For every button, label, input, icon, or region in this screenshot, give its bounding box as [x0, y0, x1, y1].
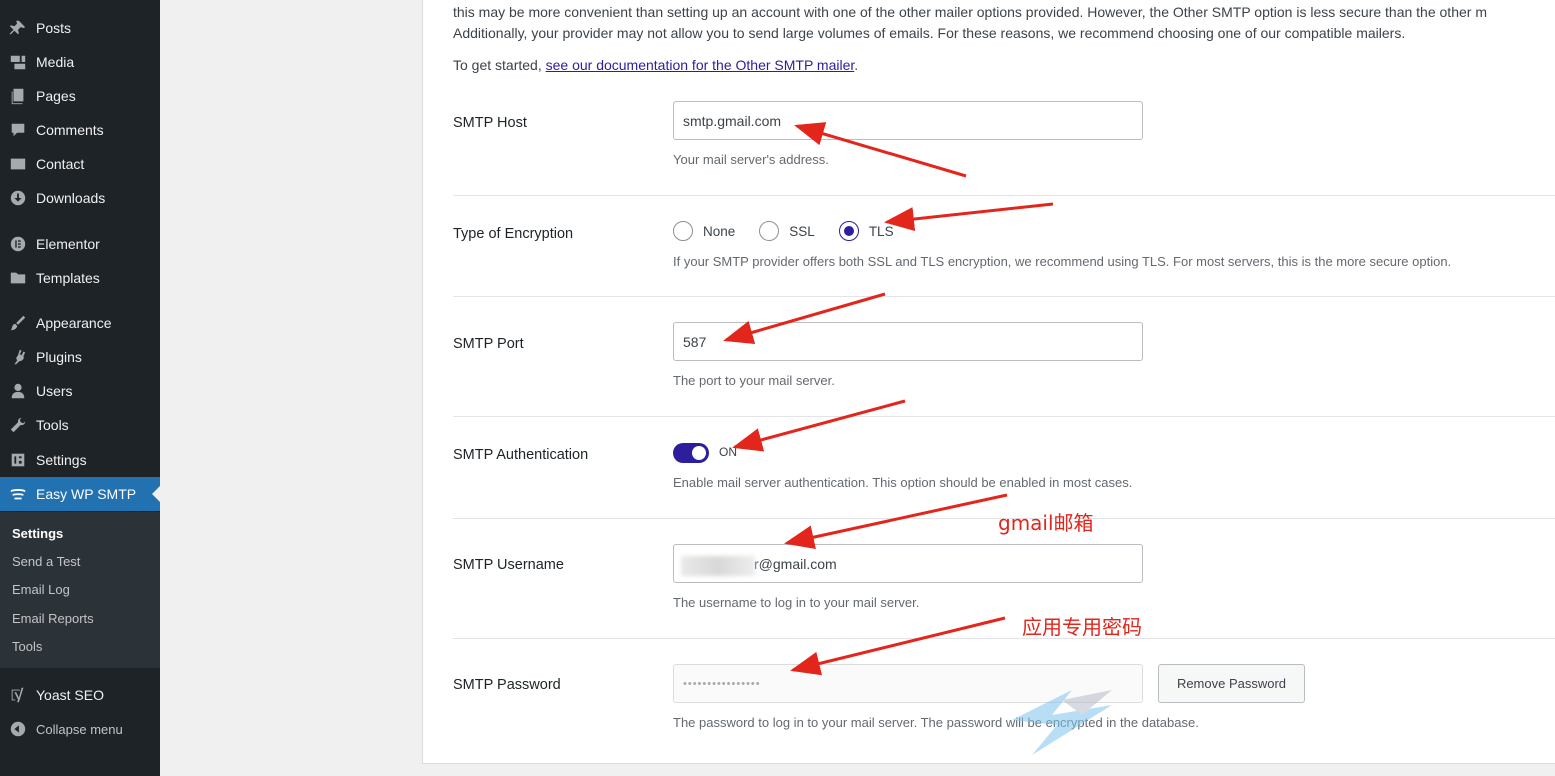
sidebar-label: Contact [36, 156, 85, 172]
pin-icon [0, 19, 36, 37]
documentation-link[interactable]: see our documentation for the Other SMTP… [546, 57, 855, 73]
encryption-description: If your SMTP provider offers both SSL an… [673, 254, 1452, 269]
smtp-port-label: SMTP Port [453, 336, 524, 352]
yoast-icon [0, 686, 36, 704]
sidebar-item-plugins[interactable]: Plugins [0, 340, 160, 374]
smtp-auth-state: ON [719, 445, 737, 459]
watermark-logo [1012, 690, 1112, 755]
collapse-icon [0, 720, 36, 738]
mail-icon [0, 155, 36, 173]
submenu-item-email-log[interactable]: Email Log [12, 582, 70, 597]
intro-text-line-2: Additionally, your provider may not allo… [453, 25, 1406, 41]
sidebar-label: Templates [36, 270, 100, 286]
radio-label: TLS [868, 223, 894, 239]
annotation-gmail: gmail邮箱 [998, 511, 1094, 535]
sidebar-label: Collapse menu [36, 721, 123, 737]
encryption-option-ssl[interactable]: SSL [759, 221, 815, 241]
sidebar-label: Elementor [36, 236, 100, 252]
smtp-username-label: SMTP Username [453, 557, 564, 573]
sidebar-item-settings[interactable]: Settings [0, 443, 160, 477]
sidebar-label: Users [36, 383, 73, 399]
active-indicator [152, 486, 160, 502]
radio-circle[interactable] [759, 221, 780, 241]
smtp-port-description: The port to your mail server. [673, 373, 835, 388]
sidebar-label: Settings [36, 452, 87, 468]
sidebar-label: Yoast SEO [36, 687, 104, 703]
sidebar-item-comments[interactable]: Comments [0, 113, 160, 147]
sidebar-label: Downloads [36, 190, 106, 206]
encryption-option-tls[interactable]: TLS [838, 221, 894, 241]
sidebar-label: Pages [36, 88, 76, 104]
remove-password-button[interactable]: Remove Password [1158, 664, 1305, 703]
collapse-menu-button[interactable]: Collapse menu [0, 712, 160, 746]
sidebar-label: Plugins [36, 349, 82, 365]
divider [453, 195, 1555, 196]
folder-icon [0, 269, 36, 287]
sidebar-item-users[interactable]: Users [0, 374, 160, 408]
intro-text-line-3: To get started, see our documentation fo… [453, 55, 858, 76]
sidebar-label: Easy WP SMTP [36, 486, 137, 502]
radio-circle[interactable] [673, 221, 693, 241]
brush-icon [0, 314, 36, 332]
sidebar-item-yoast-seo[interactable]: Yoast SEO [0, 678, 160, 712]
smtp-auth-label: SMTP Authentication [453, 447, 589, 463]
toggle-knob [692, 446, 706, 460]
sidebar-item-elementor[interactable]: Elementor [0, 227, 160, 261]
sidebar-item-easy-wp-smtp[interactable]: Easy WP SMTP [0, 477, 160, 511]
submenu-item-settings[interactable]: Settings [12, 526, 63, 541]
smtp-port-input[interactable] [673, 322, 1143, 361]
submenu: Settings Send a Test Email Log Email Rep… [0, 512, 160, 668]
user-icon [0, 382, 36, 400]
sidebar-label: Appearance [36, 315, 112, 331]
elementor-icon [0, 235, 36, 253]
plugin-icon [0, 348, 36, 366]
intro-suffix: . [854, 57, 859, 73]
smtp-host-description: Your mail server's address. [673, 152, 829, 167]
settings-icon [0, 451, 36, 469]
sidebar-item-templates[interactable]: Templates [0, 261, 160, 295]
radio-circle-selected[interactable] [838, 221, 859, 241]
intro-prefix: To get started, [453, 57, 546, 73]
encryption-label: Type of Encryption [453, 226, 574, 242]
divider [453, 296, 1555, 297]
admin-sidebar: Posts Media Pages Comments Contact Downl… [0, 0, 160, 776]
sidebar-label: Comments [36, 122, 104, 138]
submenu-item-send-a-test[interactable]: Send a Test [12, 554, 80, 569]
radio-label: None [703, 223, 736, 239]
submenu-item-email-reports[interactable]: Email Reports [12, 611, 94, 626]
annotation-app-password: 应用专用密码 [1022, 615, 1142, 639]
radio-label: SSL [789, 223, 815, 239]
sidebar-item-media[interactable]: Media [0, 45, 160, 79]
intro-text-line-1: this may be more convenient than setting… [453, 4, 1487, 20]
smtp-host-label: SMTP Host [453, 115, 527, 131]
smtp-password-label: SMTP Password [453, 677, 561, 693]
media-icon [0, 53, 36, 71]
smtp-auth-description: Enable mail server authentication. This … [673, 475, 1133, 490]
sidebar-item-tools[interactable]: Tools [0, 408, 160, 442]
smtp-icon [0, 485, 36, 503]
sidebar-label: Media [36, 54, 75, 70]
sidebar-item-appearance[interactable]: Appearance [0, 306, 160, 340]
sidebar-item-contact[interactable]: Contact [0, 147, 160, 181]
pages-icon [0, 87, 36, 105]
settings-panel: this may be more convenient than setting… [422, 0, 1555, 764]
sidebar-item-pages[interactable]: Pages [0, 79, 160, 113]
divider [453, 416, 1555, 417]
encryption-option-none[interactable]: None [673, 221, 735, 241]
wrench-icon [0, 416, 36, 434]
smtp-auth-toggle[interactable] [673, 443, 709, 463]
divider [453, 638, 1555, 639]
sidebar-label: Posts [36, 20, 72, 36]
download-icon [0, 189, 36, 207]
smtp-host-input[interactable] [673, 101, 1143, 140]
submenu-item-tools[interactable]: Tools [12, 639, 42, 654]
sidebar-label: Tools [36, 417, 69, 433]
comments-icon [0, 121, 36, 139]
smtp-username-description: The username to log in to your mail serv… [673, 595, 920, 610]
sidebar-item-posts[interactable]: Posts [0, 11, 160, 45]
encryption-radio-group: None SSL TLS [673, 221, 918, 241]
redacted-blur [681, 556, 755, 576]
sidebar-item-downloads[interactable]: Downloads [0, 181, 160, 215]
